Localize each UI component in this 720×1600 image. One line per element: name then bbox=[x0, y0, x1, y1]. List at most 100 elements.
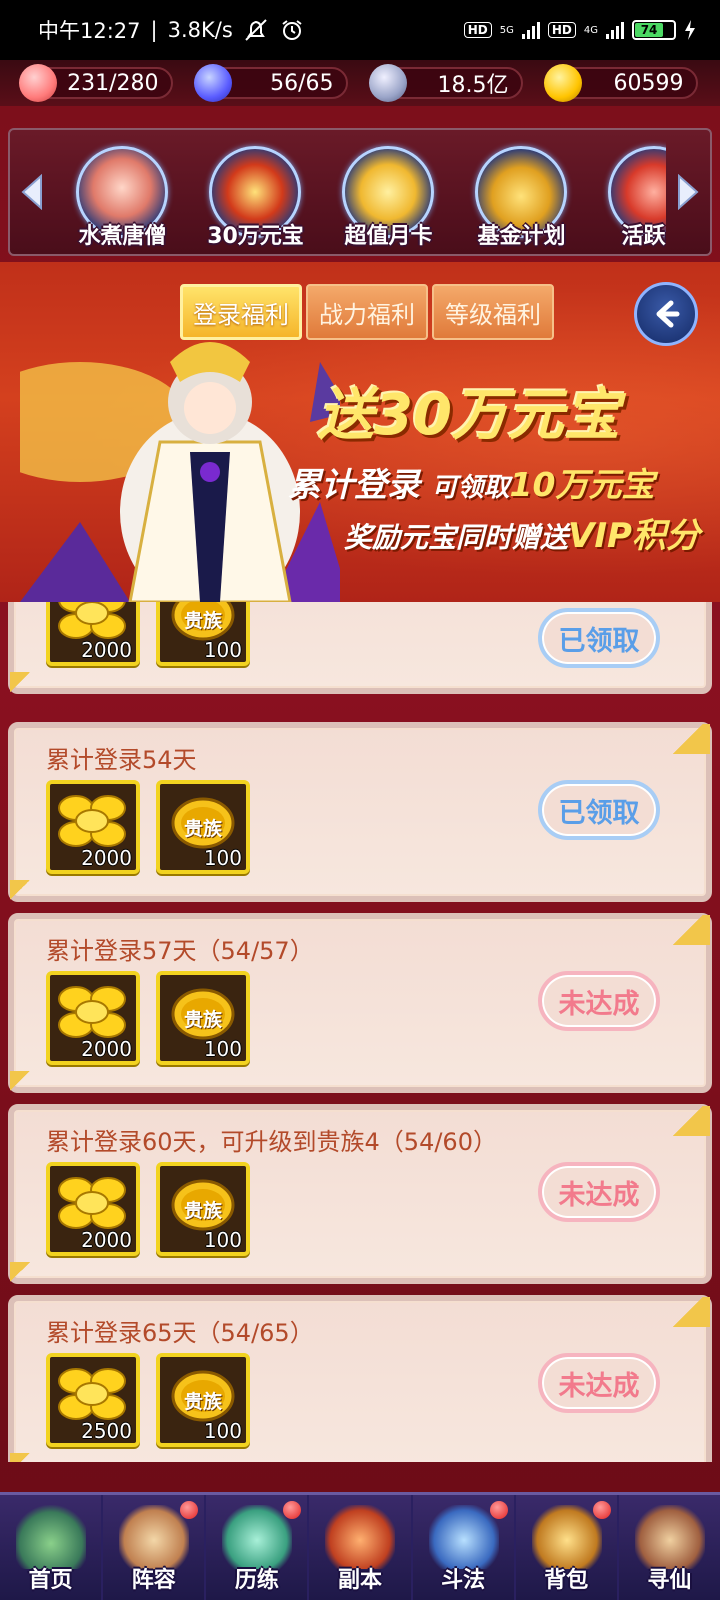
status-bar: 中午12:27 | 3.8K/s HD 5G HD 4G 74 bbox=[0, 0, 720, 60]
reward-noble[interactable]: 贵族 100 bbox=[156, 1353, 250, 1447]
carousel-item-fund[interactable]: 基金计划 bbox=[455, 130, 588, 254]
status-left: 中午12:27 | 3.8K/s bbox=[38, 15, 305, 45]
banner-title: 送30万元宝 bbox=[318, 383, 620, 448]
network-type-2: 4G bbox=[583, 24, 598, 36]
tab-level-welfare[interactable]: 等级福利 bbox=[432, 284, 554, 340]
resource-peach-value: 231/280 bbox=[67, 70, 159, 96]
nav-item-home[interactable]: 首页 bbox=[0, 1495, 104, 1600]
reward-items: 2500 贵族 100 bbox=[46, 1353, 250, 1447]
reward-noble[interactable]: 贵族 100 bbox=[156, 1162, 250, 1256]
nav-label: 寻仙 bbox=[647, 1568, 692, 1593]
flame-icon bbox=[193, 64, 232, 102]
welfare-tabs: 登录福利 战力福利 等级福利 bbox=[180, 284, 554, 340]
reward-qty: 100 bbox=[203, 1419, 242, 1443]
nav-item-bag[interactable]: 背包 bbox=[516, 1495, 619, 1600]
home-icon bbox=[16, 1505, 86, 1569]
banner-sub2-part-a: 奖励元宝同时赠送 bbox=[344, 521, 569, 554]
banner-sub1-part-a: 累计登录 bbox=[288, 465, 420, 504]
reward-noble[interactable]: 贵族 100 bbox=[156, 780, 250, 874]
carousel-prev-button[interactable] bbox=[14, 170, 50, 214]
card-corner-decoration bbox=[666, 1297, 710, 1327]
resource-flame[interactable]: 56/65 bbox=[193, 64, 348, 102]
hd-badge-2: HD bbox=[547, 22, 576, 38]
resource-peach[interactable]: 231/280 bbox=[18, 64, 173, 102]
promo-banner: 登录福利 战力福利 等级福利 送30万元宝 累计登录 可领取10万元宝 奖励元宝… bbox=[0, 262, 720, 602]
gold-ingot-icon bbox=[58, 1177, 126, 1229]
resource-ingot[interactable]: 60599 bbox=[543, 64, 698, 102]
reward-ingot[interactable]: 2000 bbox=[46, 971, 140, 1065]
chevron-right-icon bbox=[678, 174, 699, 210]
reward-card: 累计登录54天 2000 贵族 100 已领取 bbox=[8, 722, 712, 902]
claimed-button[interactable]: 已领取 bbox=[538, 780, 660, 840]
card-corner-decoration bbox=[10, 1453, 30, 1462]
card-corner-decoration bbox=[10, 880, 30, 900]
reward-ingot[interactable]: 2000 bbox=[46, 780, 140, 874]
nav-item-training[interactable]: 历练 bbox=[206, 1495, 310, 1600]
reward-list[interactable]: 2000 贵族 100 已领取 累计登录54天 2000 贵族 100 已领取 … bbox=[0, 602, 720, 1462]
coin-icon bbox=[368, 64, 407, 102]
ingot-icon bbox=[543, 64, 582, 102]
reward-card: 累计登录60天，可升级到贵族4（54/60） 2000 贵族 100 未达成 bbox=[8, 1104, 712, 1284]
noble-badge-text: 贵族 bbox=[183, 1391, 222, 1413]
battery-level: 74 bbox=[635, 23, 664, 37]
carousel-next-button[interactable] bbox=[670, 170, 706, 214]
battle-icon bbox=[428, 1505, 499, 1569]
gold-ingot-icon bbox=[58, 986, 126, 1038]
peach-icon bbox=[18, 64, 57, 102]
not-achieved-button[interactable]: 未达成 bbox=[538, 971, 660, 1031]
banner-sub2-highlight: VIP积分 bbox=[568, 516, 700, 556]
nav-label: 背包 bbox=[544, 1568, 589, 1593]
hd-badge-1: HD bbox=[463, 22, 492, 38]
notification-dot bbox=[489, 1501, 508, 1519]
reward-ingot[interactable]: 2500 bbox=[46, 1353, 140, 1447]
banner-subtitle-1: 累计登录 可领取10万元宝 bbox=[288, 458, 654, 506]
noble-badge-text: 贵族 bbox=[183, 1009, 222, 1031]
alarm-icon bbox=[282, 20, 302, 40]
lineup-icon bbox=[119, 1505, 190, 1569]
noble-badge-text: 贵族 bbox=[183, 818, 222, 840]
reward-card: 2000 贵族 100 已领取 bbox=[8, 602, 712, 694]
reward-card: 累计登录57天（54/57） 2000 贵族 100 未达成 bbox=[8, 913, 712, 1093]
card-corner-decoration bbox=[10, 1071, 30, 1091]
claimed-button[interactable]: 已领取 bbox=[538, 608, 660, 668]
carousel-item-label: 活跃战 bbox=[621, 224, 666, 249]
reward-noble[interactable]: 贵族 100 bbox=[156, 602, 250, 666]
banner-subtitle-2: 奖励元宝同时赠送VIP积分 bbox=[344, 508, 700, 557]
nav-item-dungeon[interactable]: 副本 bbox=[309, 1495, 413, 1600]
training-icon bbox=[222, 1505, 293, 1569]
tab-power-welfare[interactable]: 战力福利 bbox=[306, 284, 428, 340]
carousel-item-month-card[interactable]: 超值月卡 bbox=[322, 130, 455, 254]
carousel-item-monk[interactable]: 水煮唐僧 bbox=[56, 130, 189, 254]
dungeon-icon bbox=[325, 1505, 396, 1569]
card-corner-decoration bbox=[666, 724, 710, 754]
mute-bell-icon bbox=[245, 19, 267, 41]
nav-item-seek-immortal[interactable]: 寻仙 bbox=[619, 1495, 720, 1600]
reward-ingot[interactable]: 2000 bbox=[46, 602, 140, 666]
reward-qty: 100 bbox=[203, 1037, 242, 1061]
nav-label: 斗法 bbox=[441, 1568, 486, 1593]
reward-items: 2000 贵族 100 bbox=[46, 780, 250, 874]
goddess-character-illustration bbox=[20, 342, 340, 602]
gold-ingot-icon bbox=[58, 795, 126, 847]
reward-ingot[interactable]: 2000 bbox=[46, 1162, 140, 1256]
resource-coin[interactable]: 18.5亿 bbox=[368, 64, 523, 102]
reward-noble[interactable]: 贵族 100 bbox=[156, 971, 250, 1065]
activity-carousel: 水煮唐僧 30万元宝 超值月卡 基金计划 活跃战 bbox=[8, 128, 712, 256]
carousel-item-active-battle[interactable]: 活跃战 bbox=[588, 130, 666, 254]
carousel-item-treasure[interactable]: 30万元宝 bbox=[189, 130, 322, 254]
banner-sub1-part-b: 可领取 bbox=[431, 473, 510, 503]
carousel-item-label: 30万元宝 bbox=[207, 224, 304, 249]
back-button[interactable] bbox=[634, 282, 698, 346]
carousel-item-label: 超值月卡 bbox=[344, 224, 433, 249]
banner-sub1-highlight: 10万元宝 bbox=[509, 465, 655, 504]
back-arrow-icon bbox=[656, 300, 680, 328]
seek-immortal-icon bbox=[634, 1505, 705, 1569]
reward-qty: 2500 bbox=[81, 1419, 132, 1443]
not-achieved-button[interactable]: 未达成 bbox=[538, 1353, 660, 1413]
nav-item-lineup[interactable]: 阵容 bbox=[103, 1495, 207, 1600]
nav-item-battle[interactable]: 斗法 bbox=[413, 1495, 516, 1600]
reward-qty: 2000 bbox=[81, 1037, 132, 1061]
not-achieved-button[interactable]: 未达成 bbox=[538, 1162, 660, 1222]
tab-login-welfare[interactable]: 登录福利 bbox=[180, 284, 302, 340]
status-right: HD 5G HD 4G 74 bbox=[463, 20, 696, 40]
